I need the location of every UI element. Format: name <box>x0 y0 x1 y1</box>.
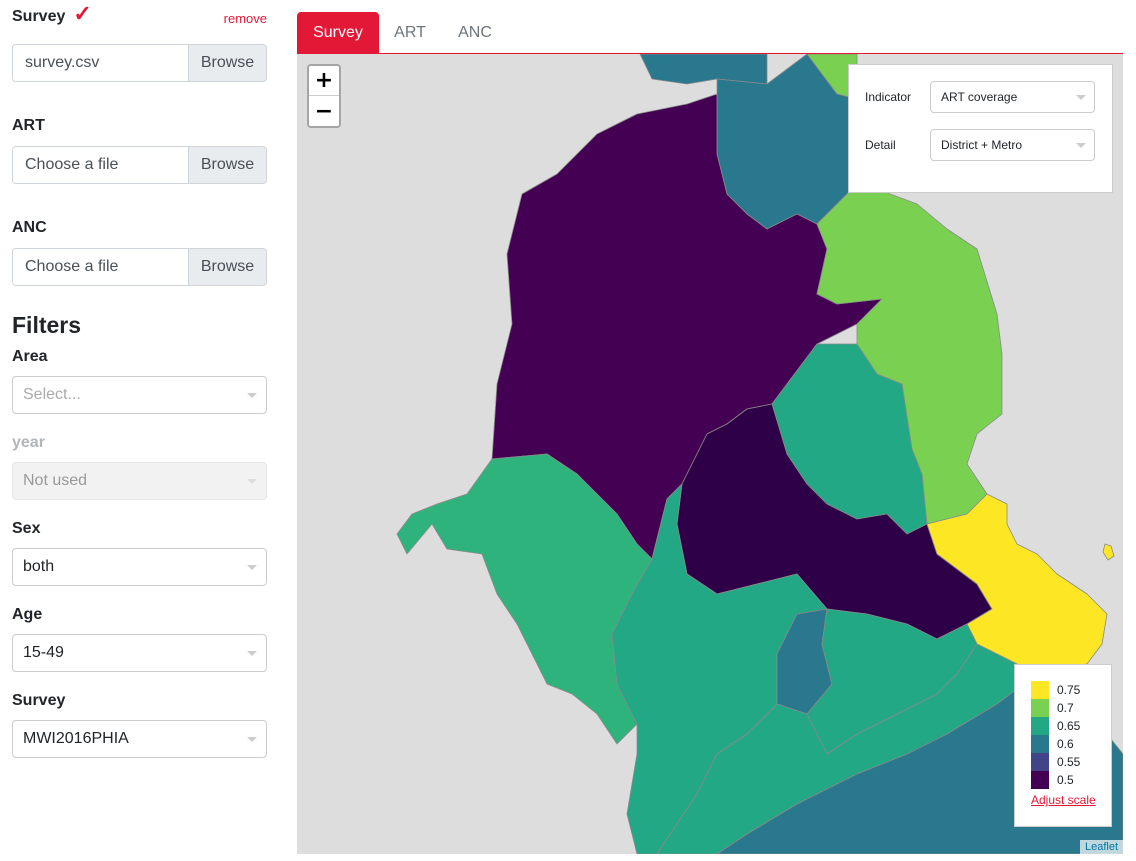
legend-swatch <box>1031 717 1049 735</box>
indicator-label: Indicator <box>865 90 912 104</box>
check-icon: ✓ <box>73 1 92 26</box>
map-legend: 0.75 0.7 0.65 0.6 0.55 0.5 Adjust scale <box>1014 664 1112 827</box>
detail-row: Detail District + Metro <box>865 129 1095 161</box>
tab-art[interactable]: ART <box>383 12 437 53</box>
map-controls-panel: Indicator ART coverage Detail District +… <box>848 64 1113 193</box>
legend-item: 0.5 <box>1031 771 1111 789</box>
survey-file-name[interactable]: survey.csv <box>13 45 188 81</box>
indicator-value: ART coverage <box>941 90 1018 104</box>
tab-survey[interactable]: Survey <box>297 12 379 53</box>
art-file-input[interactable]: Choose a file Browse <box>12 146 267 184</box>
legend-swatch <box>1031 699 1049 717</box>
year-select: Not used <box>12 462 267 500</box>
adjust-scale-link[interactable]: Adjust scale <box>1031 793 1111 807</box>
choropleth-map[interactable]: + − Indicator ART coverage Detail Distri… <box>297 54 1123 854</box>
zoom-in-button[interactable]: + <box>309 66 339 96</box>
legend-item: 0.55 <box>1031 753 1111 771</box>
legend-swatch <box>1031 735 1049 753</box>
legend-swatch <box>1031 753 1049 771</box>
anc-browse-button[interactable]: Browse <box>188 249 266 285</box>
detail-label: Detail <box>865 138 896 152</box>
indicator-row: Indicator ART coverage <box>865 81 1095 113</box>
art-file-title: ART <box>12 117 45 134</box>
zoom-out-button[interactable]: − <box>309 96 339 126</box>
legend-label: 0.75 <box>1057 683 1081 697</box>
legend-label: 0.6 <box>1057 737 1074 751</box>
survey-select[interactable]: MWI2016PHIA <box>12 720 267 758</box>
anc-file-name[interactable]: Choose a file <box>13 249 188 285</box>
sex-label: Sex <box>12 520 41 537</box>
legend-item: 0.65 <box>1031 717 1111 735</box>
sex-value: both <box>23 558 55 575</box>
sidebar: Survey ✓ remove survey.csv Browse ART Ch… <box>12 0 267 758</box>
legend-swatch <box>1031 771 1049 789</box>
detail-select[interactable]: District + Metro <box>930 129 1095 161</box>
area-placeholder: Select... <box>23 386 81 403</box>
legend-label: 0.7 <box>1057 701 1074 715</box>
survey-file-title: Survey ✓ <box>12 1 92 26</box>
age-label: Age <box>12 606 43 623</box>
tab-anc[interactable]: ANC <box>447 12 503 53</box>
leaflet-attribution-link[interactable]: Leaflet <box>1079 840 1123 854</box>
indicator-select[interactable]: ART coverage <box>930 81 1095 113</box>
chevron-down-icon <box>247 479 257 484</box>
detail-value: District + Metro <box>941 138 1023 152</box>
anc-file-input[interactable]: Choose a file Browse <box>12 248 267 286</box>
area-label: Area <box>12 348 48 365</box>
year-value: Not used <box>23 472 88 489</box>
chevron-down-icon <box>1076 95 1086 100</box>
legend-item: 0.6 <box>1031 735 1111 753</box>
zoom-control: + − <box>307 64 341 128</box>
survey-filter-label: Survey <box>12 692 66 709</box>
chevron-down-icon <box>1076 143 1086 148</box>
survey-file-header: Survey ✓ remove <box>12 1 267 28</box>
legend-item: 0.75 <box>1031 681 1111 699</box>
map-region <box>639 54 768 85</box>
legend-item: 0.7 <box>1031 699 1111 717</box>
filters-title: Filters <box>12 312 82 338</box>
chevron-down-icon <box>247 737 257 742</box>
sex-select[interactable]: both <box>12 548 267 586</box>
age-select[interactable]: 15-49 <box>12 634 267 672</box>
tab-bar: Survey ART ANC <box>297 12 1123 54</box>
area-select[interactable]: Select... <box>12 376 267 414</box>
chevron-down-icon <box>247 565 257 570</box>
age-value: 15-49 <box>23 644 64 661</box>
legend-swatch <box>1031 681 1049 699</box>
legend-label: 0.65 <box>1057 719 1081 733</box>
legend-items: 0.75 0.7 0.65 0.6 0.55 0.5 <box>1031 681 1111 789</box>
year-label: year <box>12 434 45 451</box>
remove-survey-link[interactable]: remove <box>224 11 267 26</box>
chevron-down-icon <box>247 651 257 656</box>
survey-file-input[interactable]: survey.csv Browse <box>12 44 267 82</box>
legend-label: 0.5 <box>1057 773 1074 787</box>
chevron-down-icon <box>247 393 257 398</box>
map-region <box>1102 543 1115 561</box>
legend-label: 0.55 <box>1057 755 1081 769</box>
anc-file-title: ANC <box>12 219 47 236</box>
art-file-name[interactable]: Choose a file <box>13 147 188 183</box>
survey-value: MWI2016PHIA <box>23 730 129 747</box>
survey-browse-button[interactable]: Browse <box>188 45 266 81</box>
art-browse-button[interactable]: Browse <box>188 147 266 183</box>
